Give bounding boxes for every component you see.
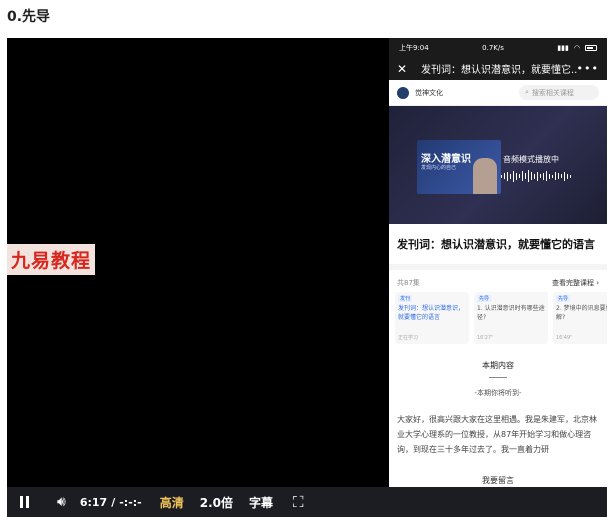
status-network: 0.7K/s [482, 43, 504, 52]
brand-bar: 觉神文化 ⌕ 搜索相关课程 [389, 80, 607, 106]
episode-list: 发刊 发刊词：想认识潜意识，就要懂它的语言 正在学习 先导 1. 认识潜意识时有… [389, 292, 607, 344]
status-time: 上午9:04 [399, 43, 429, 52]
audio-mode-label: 音频模式播放中 [503, 155, 559, 164]
episode-title: 2. 梦境中的讯息要如何理解? [556, 305, 607, 321]
episode-title: 发刊词：想认识潜意识，就要懂它的语言 [398, 305, 465, 321]
lesson-title: 发刊词：想认识潜意识，就要懂它的语言 [389, 224, 607, 270]
wifi-icon: ◠ [573, 43, 580, 52]
episode-meta: 16'27" [477, 335, 494, 341]
watermark-logo: 九易教程 [7, 244, 96, 275]
episode-count: 共87集 [397, 279, 420, 287]
time-display: 6:17/-:-:- [80, 496, 142, 509]
page-title: 0.先导 [7, 9, 51, 25]
fullscreen-icon[interactable]: ⛶ [293, 493, 304, 511]
course-video[interactable]: 深入潜意识 发现内心的自己 音频模式播放中 [389, 106, 607, 224]
subtitle-button[interactable]: 字幕 [249, 494, 273, 511]
signal-icon: ▮▮▮ [557, 43, 569, 52]
section-divider [489, 377, 507, 378]
section-subhead: -本期你将听到- [474, 389, 522, 397]
duration: -:-:- [119, 495, 142, 509]
battery-icon [584, 44, 597, 51]
phone-screen: 上午9:04 0.7K/s ▮▮▮ ◠ ✕ 发刊词：想认识潜意识，就要懂它...… [389, 38, 607, 517]
search-placeholder: 搜索相关课程 [531, 88, 574, 97]
episode-tag: 发刊 [398, 295, 413, 302]
episode-card[interactable]: 先导 2. 梦境中的讯息要如何理解? 16'49" [553, 292, 607, 344]
video-player[interactable]: 九易教程 上午9:04 0.7K/s ▮▮▮ ◠ ✕ 发刊词：想认识潜意识，就要… [7, 38, 607, 517]
article-titlebar: ✕ 发刊词：想认识潜意识，就要懂它... ••• [389, 57, 607, 80]
view-full-course-link[interactable]: 查看完整课程 › [552, 278, 599, 288]
more-icon[interactable]: ••• [577, 62, 599, 75]
article-title: 发刊词：想认识潜意识，就要懂它... [421, 65, 577, 76]
player-controls: 🔊︎ 6:17/-:-:- 高清 2.0倍 字幕 ⛶ [7, 487, 607, 517]
episode-tag: 先导 [477, 295, 492, 302]
course-cover-image: 深入潜意识 发现内心的自己 [417, 140, 501, 194]
episode-card[interactable]: 先导 1. 认识潜意识时有哪些途径? 16'27" [474, 292, 548, 344]
episode-title: 1. 认识潜意识时有哪些途径? [477, 305, 545, 321]
episode-meta: 16'49" [556, 335, 573, 341]
search-icon: ⌕ [525, 88, 529, 96]
current-time: 6:17 [79, 495, 108, 509]
speed-button[interactable]: 2.0倍 [200, 494, 233, 511]
episode-meta: 正在学习 [398, 335, 419, 341]
section-title: 本期内容 [482, 361, 514, 370]
quality-button[interactable]: 高清 [160, 494, 184, 511]
episode-tag: 先导 [556, 295, 571, 302]
brand-logo-icon [397, 86, 409, 99]
leave-message-button[interactable]: 我要留言 [389, 473, 607, 487]
close-icon[interactable]: ✕ [397, 62, 415, 76]
article-body: 大家好，很高兴跟大家在这里相遇。我是朱建军，北京林业大学心理系的一位教授，从87… [397, 415, 597, 455]
brand-name[interactable]: 觉神文化 [415, 88, 519, 98]
pause-icon[interactable] [19, 496, 31, 508]
episode-card[interactable]: 发刊 发刊词：想认识潜意识，就要懂它的语言 正在学习 [395, 292, 469, 344]
time-separator: / [111, 495, 116, 509]
cover-subtitle: 发现内心的自己 [421, 165, 457, 171]
volume-icon[interactable]: 🔊︎ [57, 494, 66, 510]
status-bar: 上午9:04 0.7K/s ▮▮▮ ◠ [389, 38, 607, 57]
search-input[interactable]: ⌕ 搜索相关课程 [519, 85, 599, 100]
audio-wave-icon [501, 170, 571, 182]
speaker-photo [473, 158, 497, 194]
episode-list-header: 共87集 查看完整课程 › [389, 270, 607, 292]
cover-title: 深入潜意识 [421, 154, 471, 165]
